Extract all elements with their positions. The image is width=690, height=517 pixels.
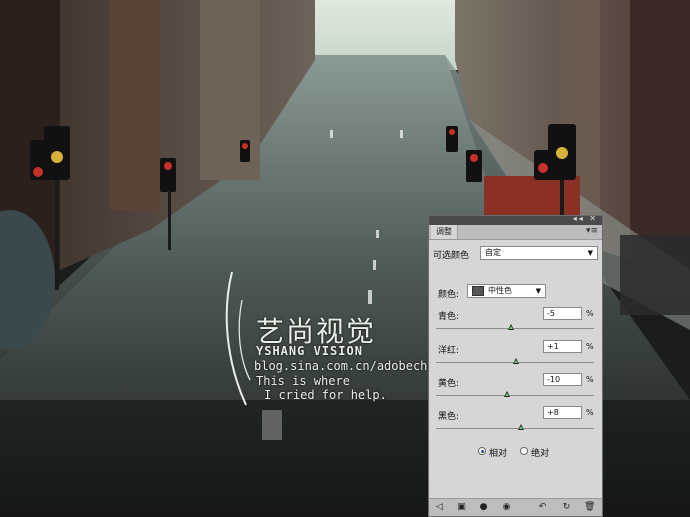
panel-menu-icon[interactable]: ▾≡ [586, 226, 598, 236]
preset-label: 可选颜色 [433, 251, 470, 261]
new-layer-icon[interactable]: ▣ [456, 502, 467, 512]
slider-label: 黑色: [438, 412, 460, 422]
absolute-radio[interactable] [520, 447, 528, 455]
relative-label: 相对 [489, 449, 508, 459]
previous-state-icon[interactable]: ↶ [537, 502, 548, 512]
reset-icon[interactable]: ↻ [561, 502, 572, 512]
percent-unit: % [586, 408, 594, 417]
slider-value-input[interactable]: -5 [543, 307, 582, 320]
eye-icon[interactable]: ◉ [501, 502, 512, 512]
adjustments-panel: ◂◂ ✕ 调整 ▾≡ 可选颜色 自定 ▼ 颜色: 中性色 ▼ 青色: -5 % … [428, 214, 603, 517]
preset-dropdown[interactable]: 自定 ▼ [480, 246, 598, 260]
tab-adjustments[interactable]: 调整 [431, 225, 458, 239]
watermark-url: blog.sina.com.cn/adobech [254, 359, 428, 373]
watermark-english-title: YSHANG VISION [256, 344, 363, 358]
slider-thumb[interactable] [518, 424, 525, 430]
color-dropdown[interactable]: 中性色 ▼ [467, 284, 546, 298]
preset-value: 自定 [485, 248, 501, 257]
delete-icon[interactable]: 🗑 [584, 502, 595, 512]
watermark-caption-line2: I cried for help. [264, 388, 387, 402]
chevron-down-icon: ▼ [587, 249, 593, 257]
collapse-close-icon[interactable]: ◂◂ ✕ [573, 214, 598, 223]
back-arrow-icon[interactable]: ◁ [434, 502, 445, 512]
slider-value-input[interactable]: +8 [543, 406, 582, 419]
panel-tab-bar: 调整 ▾≡ [429, 225, 602, 240]
chevron-down-icon: ▼ [535, 287, 541, 295]
color-label: 颜色: [438, 290, 460, 300]
slider-value-input[interactable]: -10 [543, 373, 582, 386]
slider-track[interactable] [436, 428, 594, 429]
watermark-caption-line1: This is where [256, 374, 350, 388]
color-value: 中性色 [488, 286, 512, 295]
slider-thumb[interactable] [508, 324, 515, 330]
slider-thumb[interactable] [512, 358, 519, 364]
slider-track[interactable] [436, 328, 594, 329]
color-swatch-icon [472, 285, 484, 296]
percent-unit: % [586, 342, 594, 351]
panel-title-bar[interactable]: ◂◂ ✕ [429, 214, 602, 225]
slider-label: 青色: [438, 312, 460, 322]
percent-unit: % [586, 375, 594, 384]
slider-thumb[interactable] [504, 391, 511, 397]
slider-label: 洋红: [438, 346, 460, 356]
absolute-label: 绝对 [531, 449, 550, 459]
slider-label: 黄色: [438, 379, 460, 389]
relative-radio[interactable] [478, 447, 486, 455]
slider-value-input[interactable]: +1 [543, 340, 582, 353]
mask-icon[interactable]: ● [478, 502, 489, 512]
slider-track[interactable] [436, 395, 594, 396]
percent-unit: % [586, 309, 594, 318]
panel-bottom-toolbar: ◁ ▣ ● ◉ ↶ ↻ 🗑 [429, 498, 602, 516]
